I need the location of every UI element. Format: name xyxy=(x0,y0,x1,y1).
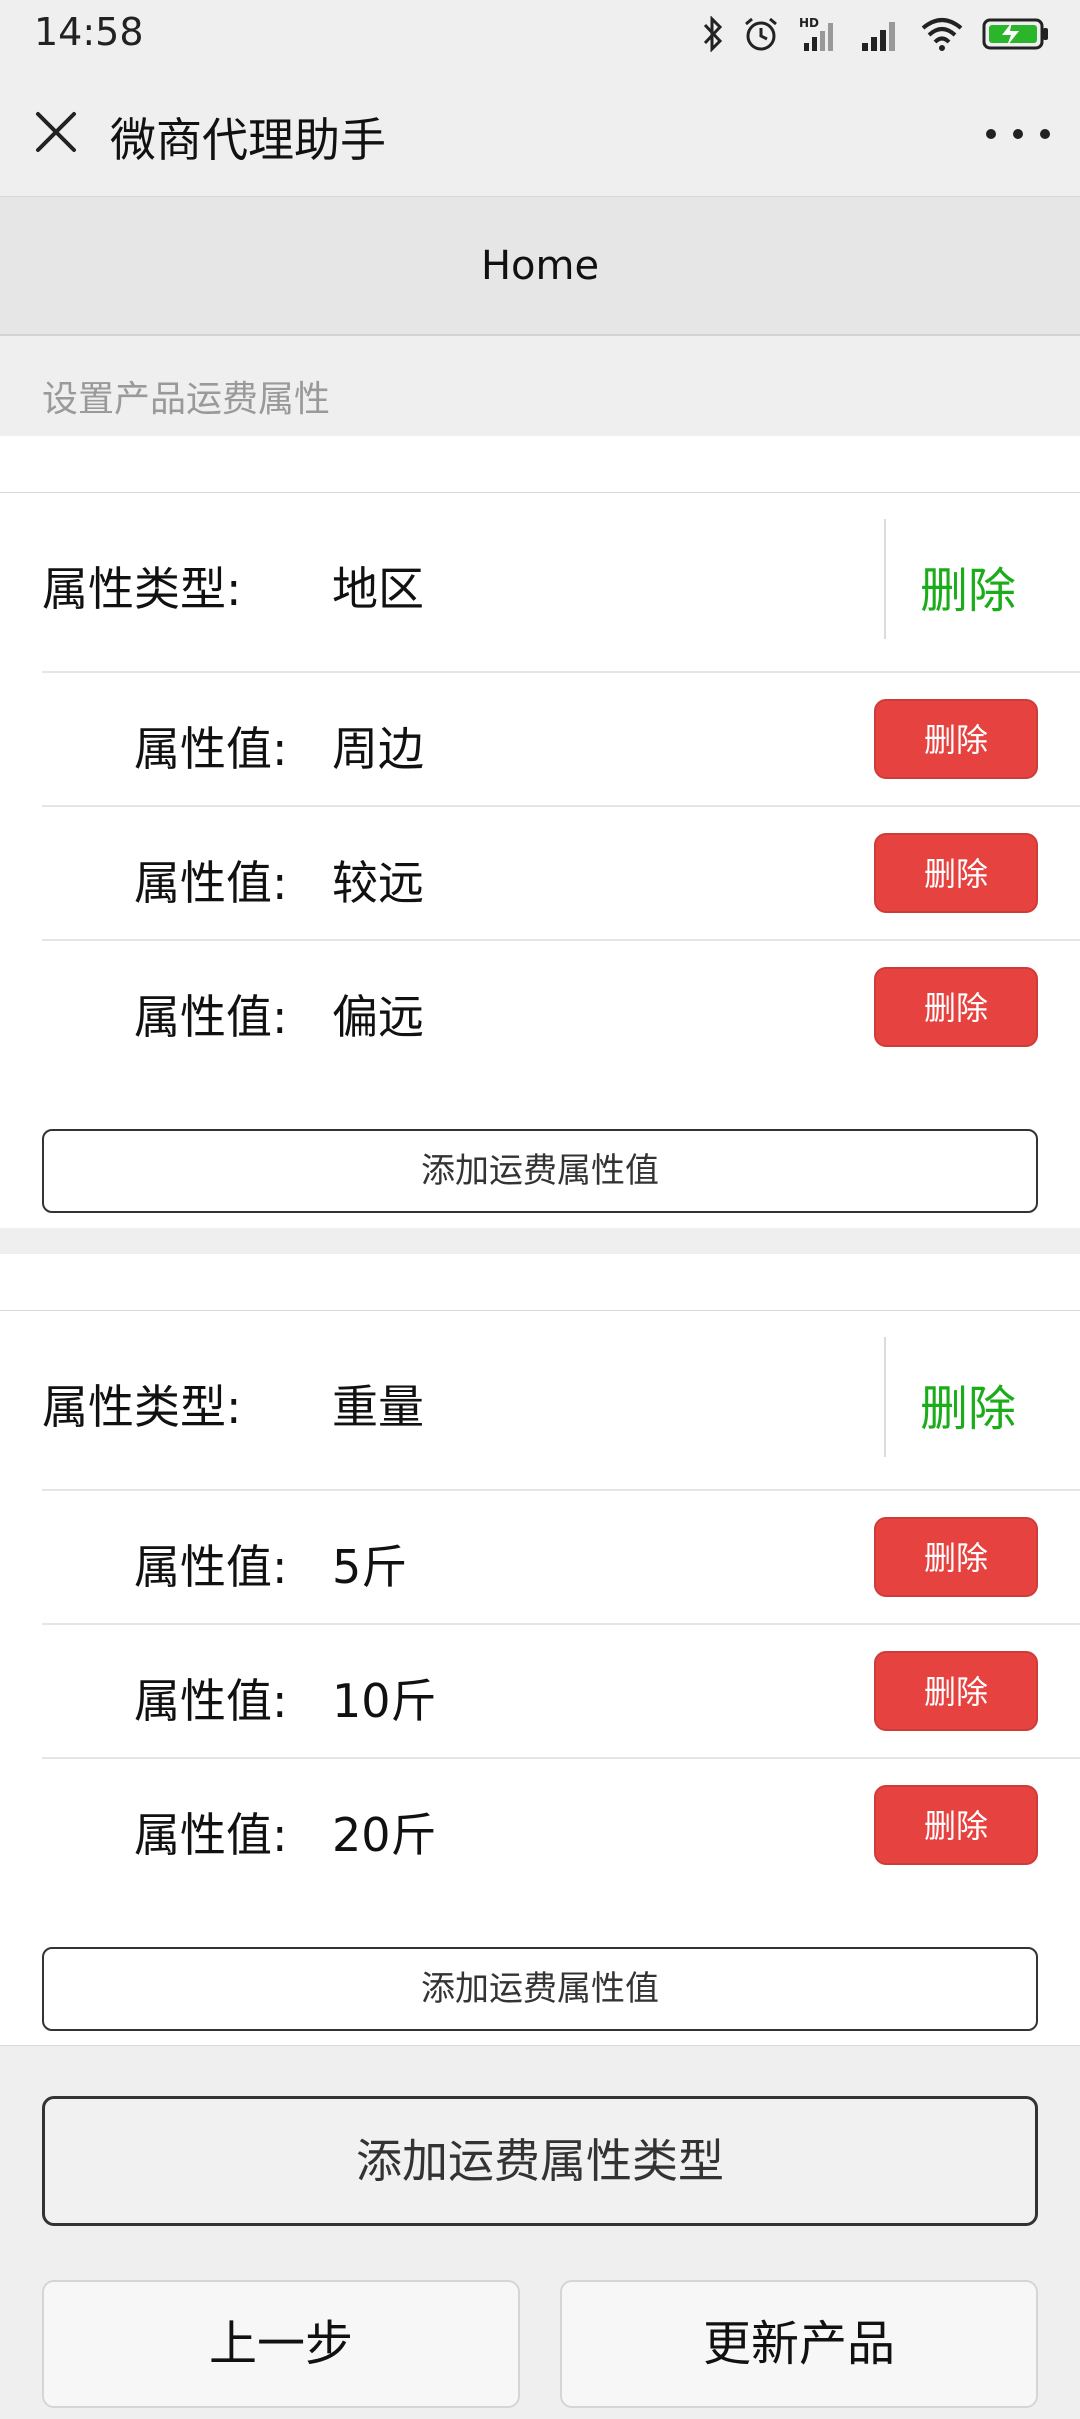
attribute-value: 20斤 xyxy=(332,1808,437,1862)
close-icon xyxy=(36,112,76,152)
attribute-type-row: 属性类型: 重量 删除 xyxy=(0,1311,1080,1491)
attribute-type-row: 属性类型: 地区 删除 xyxy=(0,493,1080,673)
prev-step-button[interactable]: 上一步 xyxy=(42,2280,520,2408)
card-top-spacer xyxy=(0,1254,1080,1310)
attribute-value-row: 属性值: 周边 删除 xyxy=(0,673,1080,807)
delete-value-button[interactable]: 删除 xyxy=(874,967,1038,1047)
attribute-type-value: 地区 xyxy=(332,562,424,616)
delete-type-button[interactable]: 删除 xyxy=(920,1369,1016,1439)
attribute-value-label: 属性值: xyxy=(134,856,288,910)
more-button[interactable] xyxy=(986,112,1050,156)
close-button[interactable] xyxy=(26,102,86,162)
attribute-value: 10斤 xyxy=(332,1674,437,1728)
nav-bar: Home xyxy=(0,197,1080,336)
svg-text:HD: HD xyxy=(799,16,819,30)
attribute-type-label: 属性类型: xyxy=(42,562,242,616)
attribute-type-card: 属性类型: 地区 删除 属性值: 周边 删除 属性值: 较远 删除 属性值: 偏… xyxy=(0,492,1080,1230)
attribute-type-value: 重量 xyxy=(332,1380,424,1434)
update-product-button[interactable]: 更新产品 xyxy=(560,2280,1038,2408)
status-time: 14:58 xyxy=(34,10,144,54)
delete-value-button[interactable]: 删除 xyxy=(874,833,1038,913)
attribute-type-card: 属性类型: 重量 删除 属性值: 5斤 删除 属性值: 10斤 删除 属性值: … xyxy=(0,1310,1080,2046)
delete-type-button[interactable]: 删除 xyxy=(920,551,1016,621)
delete-value-button[interactable]: 删除 xyxy=(874,1651,1038,1731)
delete-value-button[interactable]: 删除 xyxy=(874,1517,1038,1597)
card-gap xyxy=(0,1228,1080,1254)
signal-icon xyxy=(862,22,895,51)
divider xyxy=(884,519,886,639)
attribute-value-row: 属性值: 20斤 删除 xyxy=(0,1759,1080,1893)
attribute-value: 偏远 xyxy=(332,990,424,1044)
more-icon xyxy=(986,129,996,139)
add-value-button[interactable]: 添加运费属性值 xyxy=(42,1129,1038,1213)
add-type-button[interactable]: 添加运费属性类型 xyxy=(42,2096,1038,2226)
app-title: 微商代理助手 xyxy=(110,113,386,167)
delete-value-button[interactable]: 删除 xyxy=(874,699,1038,779)
status-icons: HD xyxy=(702,12,1050,56)
attribute-value-label: 属性值: xyxy=(134,1674,288,1728)
more-icon xyxy=(1013,129,1023,139)
card-top-spacer xyxy=(0,436,1080,492)
attribute-value: 5斤 xyxy=(332,1540,408,1594)
attribute-value-label: 属性值: xyxy=(134,1540,288,1594)
section-title: 设置产品运费属性 xyxy=(42,379,331,420)
attribute-value-label: 属性值: xyxy=(134,1808,288,1862)
hd-signal-icon: HD xyxy=(799,16,833,51)
title-bar: 微商代理助手 xyxy=(0,72,1080,197)
delete-value-button[interactable]: 删除 xyxy=(874,1785,1038,1865)
bluetooth-icon xyxy=(703,16,723,52)
wifi-icon xyxy=(921,18,963,51)
divider xyxy=(884,1337,886,1457)
section-header: 设置产品运费属性 xyxy=(0,336,1080,436)
status-bar: 14:58 HD xyxy=(0,0,1080,72)
alarm-icon xyxy=(745,17,777,51)
attribute-value: 周边 xyxy=(332,722,424,776)
attribute-value-row: 属性值: 10斤 删除 xyxy=(0,1625,1080,1759)
attribute-value-label: 属性值: xyxy=(134,990,288,1044)
attribute-type-label: 属性类型: xyxy=(42,1380,242,1434)
add-value-button[interactable]: 添加运费属性值 xyxy=(42,1947,1038,2031)
battery-charging-icon xyxy=(982,18,1048,50)
attribute-value-label: 属性值: xyxy=(134,722,288,776)
attribute-value-row: 属性值: 偏远 删除 xyxy=(0,941,1080,1075)
attribute-value-row: 属性值: 较远 删除 xyxy=(0,807,1080,941)
page-title: Home xyxy=(480,243,600,289)
attribute-value-row: 属性值: 5斤 删除 xyxy=(0,1491,1080,1625)
attribute-value: 较远 xyxy=(332,856,424,910)
more-icon xyxy=(1040,129,1050,139)
